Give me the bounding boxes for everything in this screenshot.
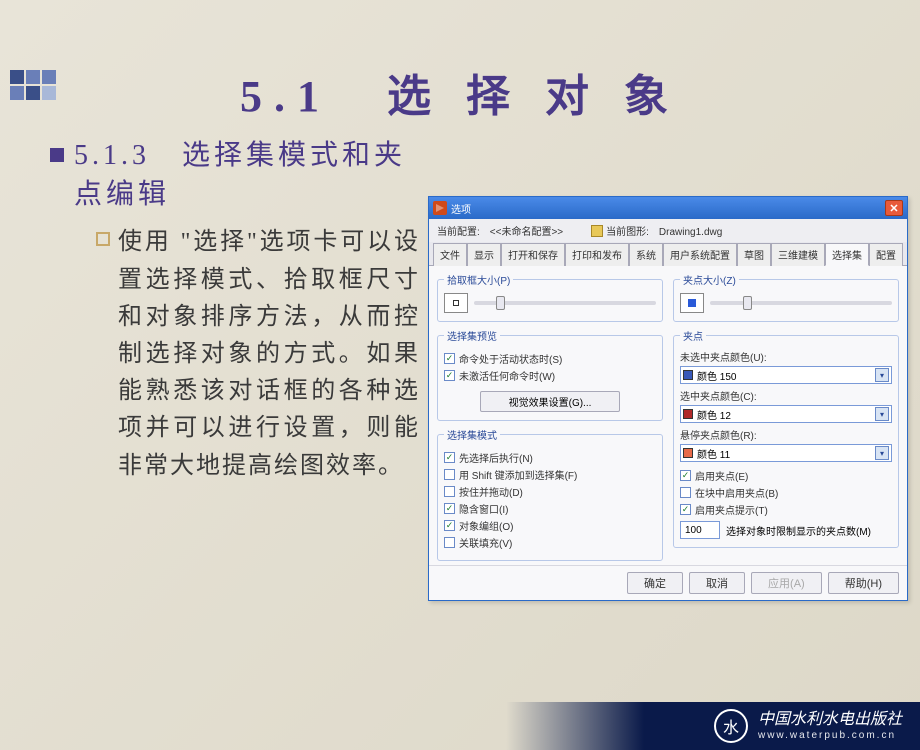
checkbox-icon: [680, 504, 691, 515]
app-icon: [433, 201, 447, 215]
publisher-logo-icon: 水: [714, 709, 748, 743]
checkbox-icon: [444, 469, 455, 480]
gripsize-preview: [680, 293, 704, 313]
chevron-down-icon: ▾: [875, 446, 889, 460]
tab-bar: 文件显示打开和保存打印和发布系统用户系统配置草图三维建模选择集配置: [429, 242, 907, 266]
cancel-button[interactable]: 取消: [689, 572, 745, 594]
checkbox-icon: [444, 520, 455, 531]
tab-0[interactable]: 文件: [433, 243, 467, 266]
drawing-icon: [591, 225, 603, 237]
mode-check-0[interactable]: 先选择后执行(N): [444, 450, 656, 465]
options-dialog: 选项 ✕ 当前配置: <<未命名配置>> 当前图形: Drawing1.dwg …: [428, 196, 908, 601]
checkbox-icon: [444, 503, 455, 514]
ok-button[interactable]: 确定: [627, 572, 683, 594]
unselected-color-label: 未选中夹点颜色(U):: [680, 349, 892, 364]
tab-9[interactable]: 配置: [869, 243, 903, 266]
enable-grips-check[interactable]: 启用夹点(E): [680, 468, 892, 483]
pickbox-size-group: 拾取框大小(P): [437, 272, 663, 322]
tab-6[interactable]: 草图: [737, 243, 771, 266]
footer-banner: 水 中国水利水电出版社 www.waterpub.com.cn: [0, 702, 920, 750]
tab-4[interactable]: 系统: [629, 243, 663, 266]
pickbox-legend: 拾取框大小(P): [444, 272, 513, 287]
close-icon[interactable]: ✕: [885, 200, 903, 216]
gripsize-legend: 夹点大小(Z): [680, 272, 739, 287]
pickbox-preview: [444, 293, 468, 313]
sub-bullet-icon: [96, 232, 110, 246]
checkbox-icon: [444, 353, 455, 364]
checkbox-icon: [444, 370, 455, 381]
grip-size-group: 夹点大小(Z): [673, 272, 899, 322]
hover-color-combo[interactable]: 颜色 11 ▾: [680, 444, 892, 462]
paragraph-text: 使用 "选择"选项卡可以设置选择模式、拾取框尺寸和对象排序方法，从而控制选择对象…: [118, 224, 420, 484]
checkbox-icon: [444, 537, 455, 548]
chevron-down-icon: ▾: [875, 368, 889, 382]
hover-color-label: 悬停夹点颜色(R):: [680, 427, 892, 442]
mode-check-1[interactable]: 用 Shift 键添加到选择集(F): [444, 467, 656, 482]
subheading: 5.1.3 选择集模式和夹点编辑: [50, 136, 420, 214]
grip-limit-label: 选择对象时限制显示的夹点数(M): [726, 523, 871, 538]
selection-mode-group: 选择集模式 先选择后执行(N) 用 Shift 键添加到选择集(F) 按住并拖动(D…: [437, 427, 663, 561]
mode-check-2[interactable]: 按住并拖动(D): [444, 484, 656, 499]
current-drawing-label: 当前图形:: [606, 227, 649, 238]
tab-2[interactable]: 打开和保存: [501, 243, 565, 266]
slide-title: 5.1 选 择 对 象: [0, 60, 920, 124]
color-swatch-icon: [683, 448, 693, 458]
checkbox-icon: [680, 487, 691, 498]
color-swatch-icon: [683, 370, 693, 380]
current-config-value: <<未命名配置>>: [490, 227, 563, 238]
grips-group: 夹点 未选中夹点颜色(U): 颜色 150 ▾ 选中夹点颜色(C): 颜色 12…: [673, 328, 899, 548]
slide-corner-decoration: [10, 70, 56, 100]
apply-button[interactable]: 应用(A): [751, 572, 822, 594]
pickbox-slider[interactable]: [474, 301, 656, 305]
checkbox-icon: [680, 470, 691, 481]
bullet-icon: [50, 148, 64, 162]
dialog-titlebar[interactable]: 选项 ✕: [429, 197, 907, 219]
visual-effect-button[interactable]: 视觉效果设置(G)...: [480, 391, 620, 412]
preview-inactive-check[interactable]: 未激活任何命令时(W): [444, 368, 656, 383]
mode-check-4[interactable]: 对象编组(O): [444, 518, 656, 533]
preview-legend: 选择集预览: [444, 328, 500, 343]
help-button[interactable]: 帮助(H): [828, 572, 899, 594]
grip-limit-input[interactable]: 100: [680, 521, 720, 539]
grips-legend: 夹点: [680, 328, 706, 343]
current-config-label: 当前配置:: [437, 227, 480, 238]
selected-color-combo[interactable]: 颜色 12 ▾: [680, 405, 892, 423]
unselected-color-combo[interactable]: 颜色 150 ▾: [680, 366, 892, 384]
tab-8[interactable]: 选择集: [825, 243, 869, 266]
publisher-url: www.waterpub.com.cn: [758, 730, 902, 742]
mode-legend: 选择集模式: [444, 427, 500, 442]
mode-check-3[interactable]: 隐含窗口(I): [444, 501, 656, 516]
tab-5[interactable]: 用户系统配置: [663, 243, 737, 266]
chevron-down-icon: ▾: [875, 407, 889, 421]
dialog-title: 选项: [451, 201, 885, 216]
publisher-name: 中国水利水电出版社: [758, 710, 902, 729]
enable-grips-block-check[interactable]: 在块中启用夹点(B): [680, 485, 892, 500]
tab-7[interactable]: 三维建模: [771, 243, 825, 266]
enable-grip-tips-check[interactable]: 启用夹点提示(T): [680, 502, 892, 517]
gripsize-slider[interactable]: [710, 301, 892, 305]
tab-3[interactable]: 打印和发布: [565, 243, 629, 266]
preview-active-check[interactable]: 命令处于活动状态时(S): [444, 351, 656, 366]
checkbox-icon: [444, 486, 455, 497]
checkbox-icon: [444, 452, 455, 463]
tab-1[interactable]: 显示: [467, 243, 501, 266]
selection-preview-group: 选择集预览 命令处于活动状态时(S) 未激活任何命令时(W) 视觉效果设置(G)…: [437, 328, 663, 421]
subhead-number: 5.1.3: [74, 140, 150, 171]
mode-check-5[interactable]: 关联填充(V): [444, 535, 656, 550]
current-drawing-value: Drawing1.dwg: [659, 227, 722, 238]
color-swatch-icon: [683, 409, 693, 419]
selected-color-label: 选中夹点颜色(C):: [680, 388, 892, 403]
